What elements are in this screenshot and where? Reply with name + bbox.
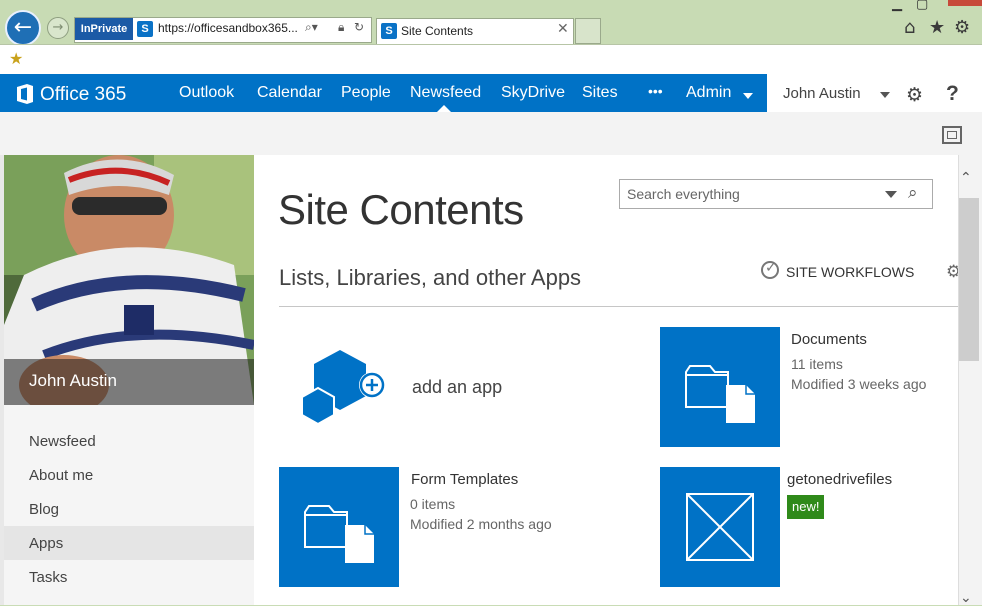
search-scope-dropdown-icon[interactable] — [885, 191, 897, 198]
home-icon[interactable]: ⌂ — [904, 17, 915, 38]
documents-modified: Modified 3 weeks ago — [791, 376, 927, 392]
office-logo-icon[interactable] — [16, 84, 34, 104]
form-templates-count: 0 items — [410, 496, 456, 512]
quick-link-newsfeed[interactable]: Newsfeed — [29, 433, 96, 450]
new-badge: new! — [787, 495, 825, 519]
page-title: Site Contents — [278, 186, 524, 233]
minimize-icon[interactable]: ▁ — [892, 0, 902, 12]
help-icon[interactable]: ? — [946, 82, 959, 106]
nav-more-ellipsis[interactable]: ••• — [648, 83, 663, 99]
site-workflows-link[interactable]: SITE WORKFLOWS — [786, 264, 914, 280]
focus-inner-frame — [947, 131, 957, 139]
search-icon[interactable]: ⌕ — [908, 183, 918, 203]
form-templates-title[interactable]: Form Templates — [411, 471, 518, 488]
close-window-button[interactable] — [948, 0, 982, 6]
documents-count: 11 items — [791, 356, 843, 372]
refresh-icon[interactable]: ↻ — [354, 20, 364, 34]
maximize-icon[interactable]: ▢ — [916, 0, 928, 12]
user-menu-name[interactable]: John Austin — [783, 85, 861, 102]
getonedrivefiles-tile[interactable] — [660, 467, 780, 587]
nav-outlook[interactable]: Outlook — [179, 84, 234, 102]
nav-admin[interactable]: Admin — [686, 84, 731, 102]
form-templates-tile[interactable] — [279, 467, 399, 587]
lock-icon[interactable]: 🔒︎ — [338, 20, 344, 35]
documents-title[interactable]: Documents — [791, 331, 867, 348]
nav-sites[interactable]: Sites — [582, 84, 618, 102]
close-tab-icon[interactable]: ✕ — [557, 21, 569, 37]
ribbon-strip — [0, 112, 982, 155]
back-arrow-icon[interactable]: ← — [5, 10, 41, 46]
workflow-check-icon[interactable]: ✓ — [765, 260, 777, 276]
nav-people[interactable]: People — [341, 84, 391, 102]
tab-title: Site Contents — [401, 24, 474, 38]
search-dropdown-icon[interactable]: ⌕▾ — [305, 20, 318, 35]
scroll-down-icon[interactable]: ⌄ — [960, 590, 972, 606]
add-app-label[interactable]: add an app — [412, 377, 502, 398]
office365-brand[interactable]: Office 365 — [40, 84, 126, 106]
admin-dropdown-icon[interactable] — [743, 93, 753, 99]
forward-arrow-icon[interactable]: → — [47, 17, 69, 39]
add-app-icon[interactable] — [300, 350, 392, 428]
nav-calendar[interactable]: Calendar — [257, 84, 322, 102]
favorites-bar — [0, 44, 982, 75]
nav-skydrive[interactable]: SkyDrive — [501, 84, 565, 102]
getonedrivefiles-title[interactable]: getonedrivefiles — [787, 471, 892, 488]
scrollbar-thumb[interactable] — [959, 198, 979, 361]
documents-library-tile[interactable] — [660, 327, 780, 447]
quick-link-tasks[interactable]: Tasks — [29, 569, 67, 586]
inprivate-badge: InPrivate — [75, 18, 133, 40]
url-text[interactable]: https://officesandbox365... — [158, 21, 298, 35]
settings-gear-icon[interactable]: ⚙ — [906, 84, 923, 106]
section-title: Lists, Libraries, and other Apps — [279, 265, 582, 290]
add-favorite-icon[interactable]: ★ — [9, 49, 23, 68]
favorites-star-icon[interactable]: ★ — [929, 17, 945, 38]
profile-name[interactable]: John Austin — [29, 371, 117, 391]
user-dropdown-icon[interactable] — [880, 92, 890, 98]
nav-newsfeed[interactable]: Newsfeed — [410, 84, 481, 102]
quick-link-apps[interactable]: Apps — [29, 535, 63, 552]
tab-sharepoint-icon: S — [381, 23, 397, 39]
search-placeholder[interactable]: Search everything — [627, 186, 740, 202]
active-nav-indicator — [437, 105, 451, 112]
new-tab-button[interactable] — [575, 18, 601, 44]
form-templates-modified: Modified 2 months ago — [410, 516, 552, 532]
section-divider — [279, 306, 958, 307]
sharepoint-favicon-icon: S — [137, 21, 153, 37]
tools-gear-icon[interactable]: ⚙ — [954, 17, 970, 38]
scroll-up-icon[interactable]: ⌃ — [960, 170, 972, 186]
quick-link-about-me[interactable]: About me — [29, 467, 93, 484]
quick-link-blog[interactable]: Blog — [29, 501, 59, 518]
